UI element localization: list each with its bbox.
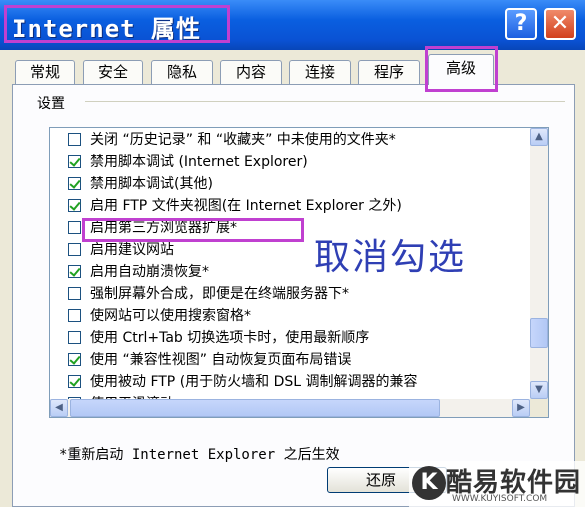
setting-item[interactable]: 启用 FTP 文件夹视图(在 Internet Explorer 之外) [68, 195, 402, 217]
horizontal-scrollbar[interactable]: ◀ ▶ [50, 399, 530, 417]
scrollbar-corner [530, 399, 548, 417]
watermark-logo-icon: K [412, 466, 446, 500]
checkbox-unchecked[interactable] [68, 287, 81, 300]
setting-item-label: 启用建议网站 [90, 242, 174, 258]
title-highlight-box [4, 5, 230, 43]
scroll-up-icon[interactable]: ▲ [530, 128, 548, 146]
setting-item-label: 强制屏幕外合成，即便是在终端服务器下* [90, 286, 349, 302]
advanced-panel: 设置 关闭 “历史记录” 和 “收藏夹” 中未使用的文件夹* 禁用脚本调试 (In… [12, 84, 575, 507]
setting-item[interactable]: 使网站可以使用搜索窗格* [68, 305, 251, 327]
close-button[interactable]: ✕ [544, 8, 576, 40]
checkbox-unchecked[interactable] [68, 331, 81, 344]
setting-item-label: 使用 “兼容性视图” 自动恢复页面布局错误 [90, 352, 352, 368]
checkbox-checked[interactable] [68, 177, 81, 190]
tab-privacy[interactable]: 隐私 [151, 60, 213, 84]
checkbox-checked[interactable] [68, 155, 81, 168]
settings-label: 设置 [37, 96, 65, 112]
tab-security[interactable]: 安全 [83, 60, 143, 84]
setting-item-label: 启用 FTP 文件夹视图(在 Internet Explorer 之外) [90, 198, 402, 214]
scroll-right-icon[interactable]: ▶ [512, 399, 530, 417]
tab-general[interactable]: 常规 [15, 60, 75, 84]
group-divider [85, 101, 565, 102]
setting-item-label: 禁用脚本调试(其他) [90, 176, 213, 192]
checkbox-checked[interactable] [68, 375, 81, 388]
setting-item-label: 禁用脚本调试 (Internet Explorer) [90, 154, 308, 170]
setting-item-label: 使网站可以使用搜索窗格* [90, 308, 251, 324]
setting-item[interactable]: 使用被动 FTP (用于防火墙和 DSL 调制解调器的兼容 [68, 371, 418, 393]
setting-item-label: 关闭 “历史记录” 和 “收藏夹” 中未使用的文件夹* [90, 132, 396, 148]
settings-list[interactable]: 关闭 “历史记录” 和 “收藏夹” 中未使用的文件夹* 禁用脚本调试 (Inter… [49, 127, 549, 418]
setting-item[interactable]: 禁用脚本调试 (Internet Explorer) [68, 151, 308, 173]
setting-item[interactable]: 关闭 “历史记录” 和 “收藏夹” 中未使用的文件夹* [68, 129, 396, 151]
setting-item-label: 使用 Ctrl+Tab 切换选项卡时，使用最新顺序 [90, 330, 370, 346]
tab-programs[interactable]: 程序 [358, 60, 420, 84]
checkbox-checked[interactable] [68, 353, 81, 366]
tab-highlight-box [425, 46, 498, 92]
title-bar: Internet 属性 ? ✕ [0, 0, 585, 50]
setting-item[interactable]: 禁用脚本调试(其他) [68, 173, 213, 195]
setting-item[interactable]: 启用自动崩溃恢复* [68, 261, 209, 283]
checkbox-unchecked[interactable] [68, 221, 81, 234]
checkbox-unchecked[interactable] [68, 309, 81, 322]
watermark-url: WWW.KUYISOFT.COM [452, 494, 548, 504]
setting-item-label: 启用自动崩溃恢复* [90, 264, 209, 280]
setting-item[interactable]: 强制屏幕外合成，即便是在终端服务器下* [68, 283, 349, 305]
vertical-scrollbar[interactable]: ▲ ▼ [530, 128, 548, 399]
annotation-text: 取消勾选 [314, 237, 467, 278]
setting-item[interactable]: 使用 “兼容性视图” 自动恢复页面布局错误 [68, 349, 352, 371]
scroll-down-icon[interactable]: ▼ [530, 381, 548, 399]
checkbox-checked[interactable] [68, 265, 81, 278]
checkbox-unchecked[interactable] [68, 133, 81, 146]
horizontal-scroll-thumb[interactable] [70, 399, 440, 417]
tab-content[interactable]: 内容 [220, 60, 282, 84]
checkbox-unchecked[interactable] [68, 243, 81, 256]
scroll-left-icon[interactable]: ◀ [50, 399, 68, 417]
help-button[interactable]: ? [505, 8, 537, 40]
setting-item[interactable]: 使用 Ctrl+Tab 切换选项卡时，使用最新顺序 [68, 327, 370, 349]
setting-item[interactable]: 启用建议网站 [68, 239, 174, 261]
item-highlight-box [82, 218, 304, 242]
restart-note: *重新启动 Internet Explorer 之后生效 [59, 447, 340, 463]
vertical-scroll-thumb[interactable] [530, 318, 548, 348]
setting-item-label: 使用被动 FTP (用于防火墙和 DSL 调制解调器的兼容 [90, 374, 418, 390]
checkbox-checked[interactable] [68, 199, 81, 212]
tab-connections[interactable]: 连接 [289, 60, 351, 84]
